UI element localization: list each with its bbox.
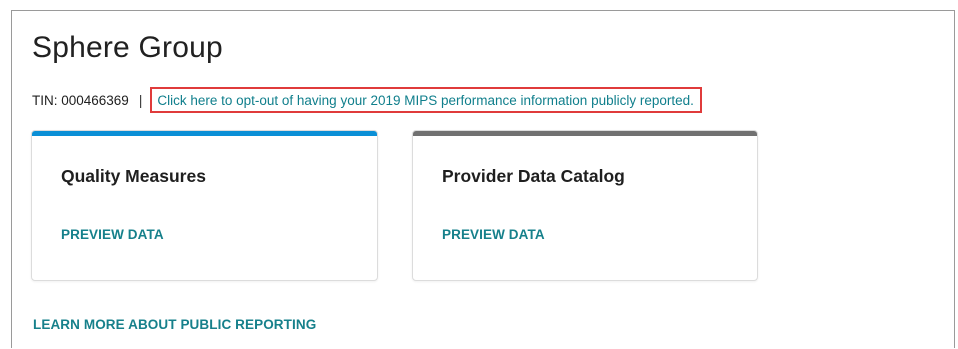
optout-highlight: Click here to opt-out of having your 201… <box>150 87 702 113</box>
preview-data-link[interactable]: PREVIEW DATA <box>442 227 545 242</box>
card-title: Quality Measures <box>61 166 206 186</box>
page-title: Sphere Group <box>32 31 223 64</box>
card-accent-bar <box>413 131 757 136</box>
tin-row: TIN: 000466369 | Click here to opt-out o… <box>32 87 702 113</box>
card-accent-bar <box>32 131 377 136</box>
card-provider-data-catalog: Provider Data Catalog PREVIEW DATA <box>412 130 758 281</box>
optout-link[interactable]: Click here to opt-out of having your 201… <box>157 93 694 108</box>
card-quality-measures: Quality Measures PREVIEW DATA <box>31 130 378 281</box>
learn-more-link[interactable]: LEARN MORE ABOUT PUBLIC REPORTING <box>33 317 316 332</box>
card-title: Provider Data Catalog <box>442 166 625 186</box>
separator: | <box>138 92 143 108</box>
preview-data-link[interactable]: PREVIEW DATA <box>61 227 164 242</box>
tin-label: TIN: 000466369 <box>32 92 129 108</box>
